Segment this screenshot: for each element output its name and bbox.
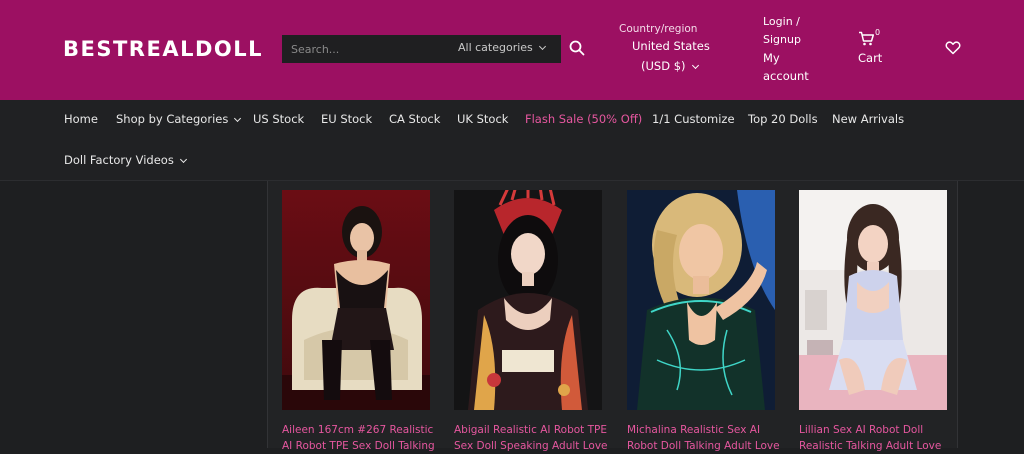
category-select[interactable]: All categories — [458, 41, 554, 57]
main-nav: Home Shop by Categories US Stock EU Stoc… — [0, 100, 1024, 181]
chevron-down-icon — [691, 61, 699, 70]
wishlist-button[interactable] — [945, 40, 961, 56]
login-link[interactable]: Login / — [763, 13, 833, 31]
site-logo[interactable]: BESTREALDOLL — [63, 37, 263, 61]
region-currency: (USD $) — [641, 59, 699, 73]
nav-item-us-stock[interactable]: US Stock — [253, 112, 304, 126]
nav-item-top-20-dolls[interactable]: Top 20 Dolls — [748, 112, 818, 126]
site-header: BESTREALDOLL All categories Country/regi… — [0, 0, 1024, 100]
product-image[interactable] — [454, 190, 602, 410]
search-icon — [569, 40, 585, 56]
region-label: Country/region — [619, 23, 698, 35]
category-select-label: All categories — [458, 41, 533, 54]
cart-label: Cart — [858, 51, 883, 65]
search-button[interactable] — [569, 40, 587, 58]
cart-icon — [859, 31, 875, 46]
product-title[interactable]: Aileen 167cm #267 Realistic AI Robot TPE … — [282, 422, 442, 454]
nav-item-doll-factory-videos[interactable]: Doll Factory Videos — [64, 153, 187, 167]
product-card[interactable]: Abigail Realistic AI Robot TPE Sex Doll S… — [454, 190, 608, 452]
product-title[interactable]: Abigail Realistic AI Robot TPE Sex Doll S… — [454, 422, 614, 454]
my-account-link-line2[interactable]: account — [763, 67, 833, 85]
product-image[interactable] — [799, 190, 947, 410]
product-card[interactable]: Michalina Realistic Sex AI Robot Doll Tal… — [627, 190, 780, 452]
region-selector[interactable]: Country/region United States (USD $) — [619, 23, 729, 73]
cart-count-badge: 0 — [875, 28, 881, 37]
nav-item-eu-stock[interactable]: EU Stock — [321, 112, 372, 126]
search-bar: All categories — [282, 35, 561, 63]
product-title[interactable]: Michalina Realistic Sex AI Robot Doll Tal… — [627, 422, 787, 454]
product-card[interactable]: Lillian Sex AI Robot Doll Realistic Talki… — [799, 190, 947, 452]
product-image[interactable] — [282, 190, 430, 410]
nav-item-home[interactable]: Home — [64, 112, 98, 126]
nav-item-flash-sale[interactable]: Flash Sale (50% Off) — [525, 112, 642, 126]
product-image[interactable] — [627, 190, 775, 410]
heart-icon — [945, 41, 961, 55]
chevron-down-icon — [234, 114, 242, 123]
main-content: Aileen 167cm #267 Realistic AI Robot TPE … — [0, 181, 1024, 452]
nav-item-uk-stock[interactable]: UK Stock — [457, 112, 508, 126]
chevron-down-icon — [538, 42, 546, 51]
product-card[interactable]: Aileen 167cm #267 Realistic AI Robot TPE … — [282, 190, 435, 452]
my-account-link[interactable]: My — [763, 49, 833, 67]
signup-link[interactable]: Signup — [763, 31, 833, 49]
nav-item-shop-by-categories[interactable]: Shop by Categories — [116, 112, 242, 126]
product-title[interactable]: Lillian Sex AI Robot Doll Realistic Talki… — [799, 422, 959, 454]
region-country: United States — [632, 39, 710, 53]
nav-item-customize[interactable]: 1/1 Customize — [652, 112, 735, 126]
nav-item-new-arrivals[interactable]: New Arrivals — [832, 112, 904, 126]
chevron-down-icon — [179, 155, 187, 164]
nav-item-ca-stock[interactable]: CA Stock — [389, 112, 440, 126]
account-links: Login / Signup My account — [763, 13, 833, 85]
cart-button[interactable]: 0 Cart — [858, 28, 898, 68]
product-panel: Aileen 167cm #267 Realistic AI Robot TPE … — [267, 181, 958, 452]
search-input[interactable] — [291, 41, 441, 57]
